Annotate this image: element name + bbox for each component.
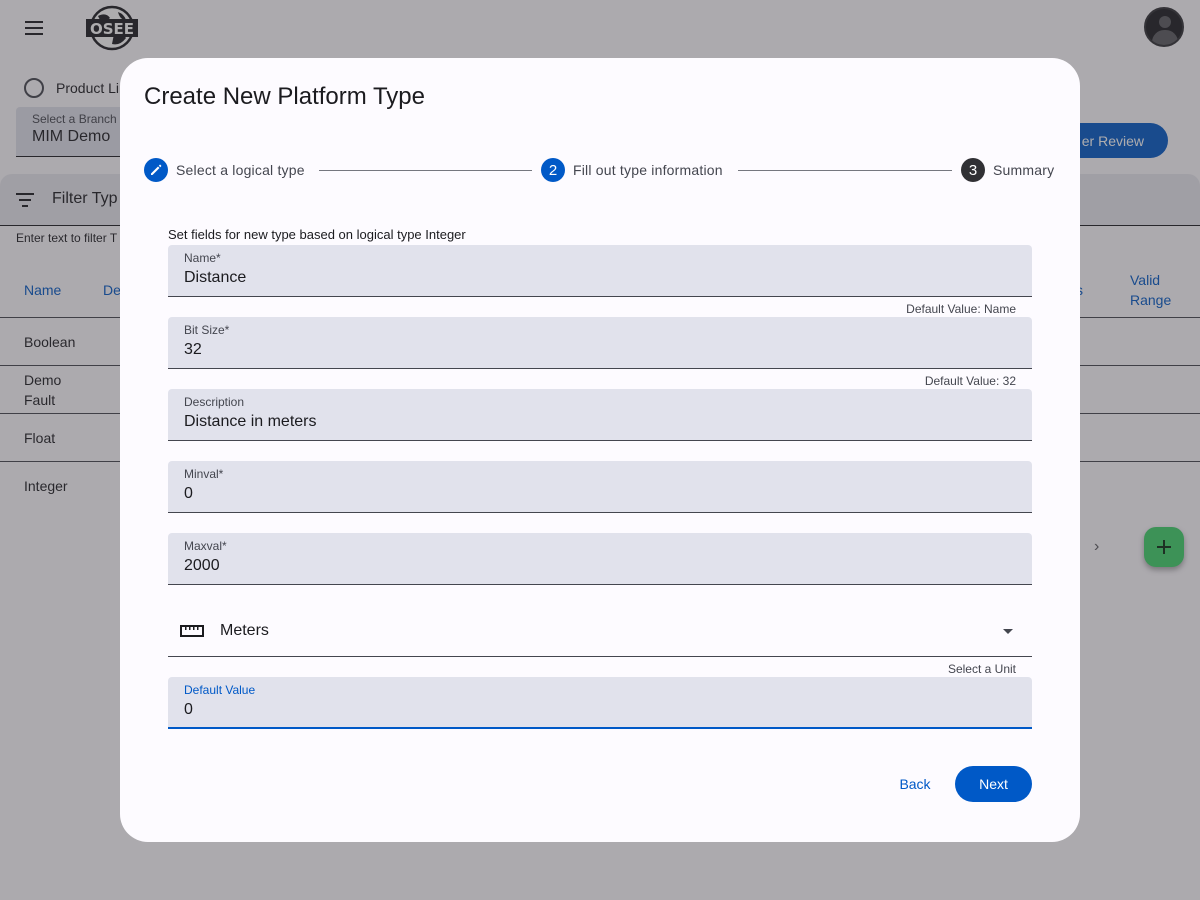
dropdown-arrow-icon[interactable] [1003,629,1013,634]
ruler-icon [180,625,204,637]
step-label: Select a logical type [176,162,305,178]
unit-select-value: Meters [220,622,269,639]
default-value-field-label: Default Value [184,683,256,697]
default-value-field-value[interactable]: 0 [184,699,1016,721]
step-fill-out-info[interactable]: 2 Fill out type information [541,158,723,182]
minval-field[interactable]: Minval* 0 [168,461,1032,513]
step-edit-badge [144,158,168,182]
description-field-value[interactable]: Distance in meters [184,411,1016,433]
stepper: Select a logical type 2 Fill out type in… [144,158,1056,184]
name-field[interactable]: Name* Distance [168,245,1032,297]
bit-size-field-hint: Default Value: 32 [924,374,1016,388]
back-button[interactable]: Back [884,766,946,802]
minval-field-label: Minval* [184,467,224,481]
default-value-field[interactable]: Default Value 0 [168,677,1032,729]
name-field-hint: Default Value: Name [906,302,1016,316]
step-number-badge: 2 [541,158,565,182]
step-select-logical-type[interactable]: Select a logical type [144,158,305,182]
step-number-badge: 3 [961,158,985,182]
description-field[interactable]: Description Distance in meters [168,389,1032,441]
bit-size-field-value[interactable]: 32 [184,339,1016,361]
unit-select-hint: Select a Unit [947,662,1016,676]
maxval-field[interactable]: Maxval* 2000 [168,533,1032,585]
name-field-value[interactable]: Distance [184,267,1016,289]
intro-text: Set fields for new type based on logical… [168,227,466,242]
description-field-label: Description [184,395,245,409]
bit-size-field[interactable]: Bit Size* 32 [168,317,1032,369]
step-summary[interactable]: 3 Summary [961,158,1054,182]
pencil-icon [151,164,162,175]
step-label: Summary [993,162,1055,178]
step-connector [319,170,532,171]
name-field-label: Name* [184,251,221,265]
unit-select[interactable]: Meters [168,608,1032,657]
minval-field-value[interactable]: 0 [184,483,1016,505]
step-connector [738,170,952,171]
create-platform-type-dialog: Create New Platform Type Select a logica… [120,58,1080,842]
dialog-title: Create New Platform Type [144,83,426,110]
step-label: Fill out type information [573,162,723,178]
next-button[interactable]: Next [955,766,1032,802]
maxval-field-value[interactable]: 2000 [184,555,1016,577]
maxval-field-label: Maxval* [184,539,227,553]
bit-size-field-label: Bit Size* [184,323,230,337]
